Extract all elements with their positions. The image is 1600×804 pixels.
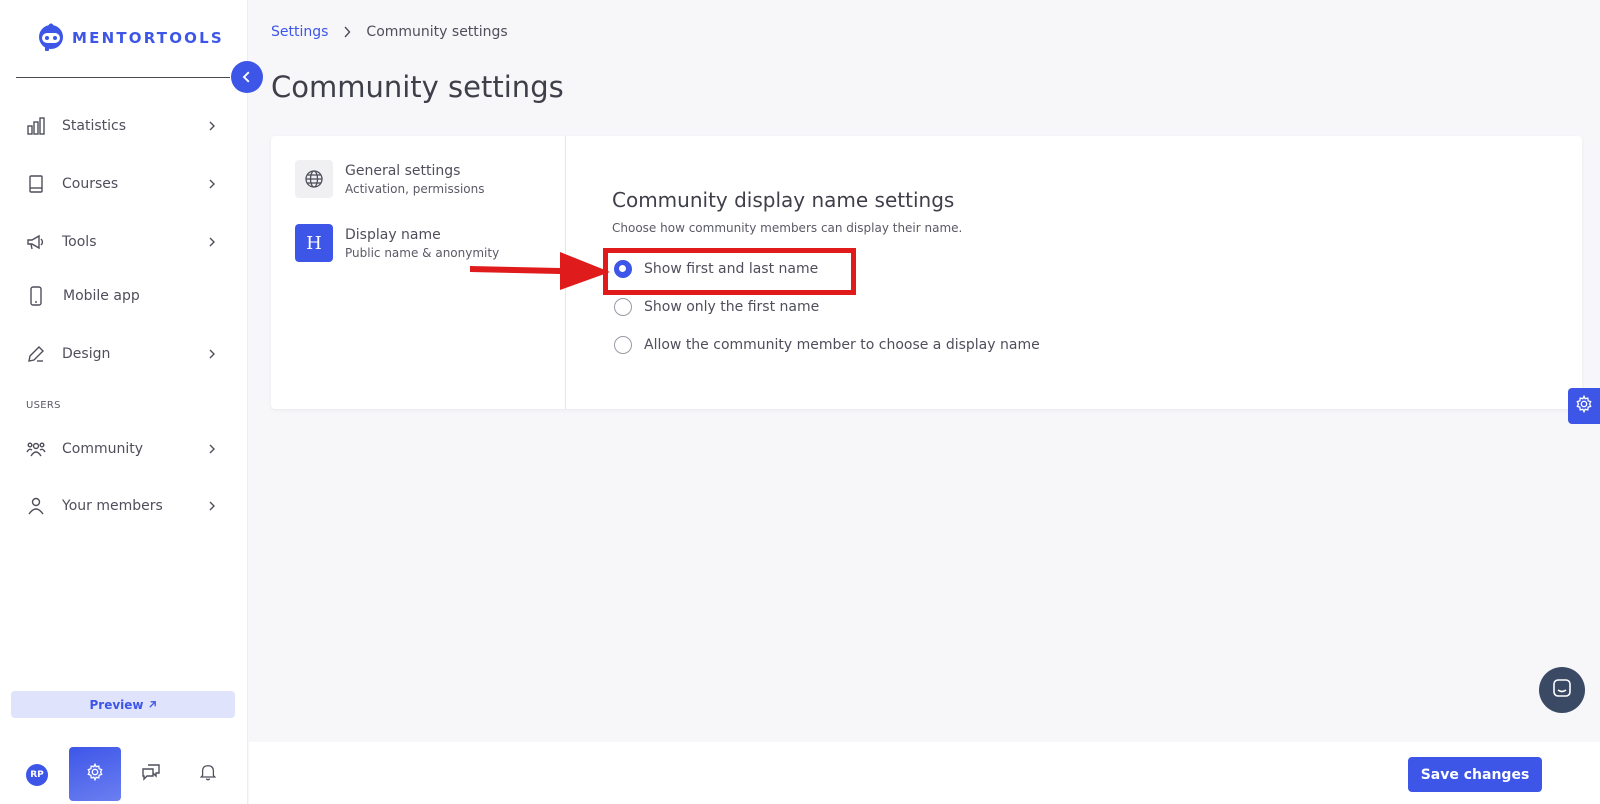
sidebar-item-community[interactable]: Community — [24, 433, 220, 465]
tab-title: Display name — [345, 226, 441, 243]
radio-button[interactable] — [614, 336, 632, 354]
gear-icon — [1575, 394, 1593, 417]
sidebar-bottom-bar: RP — [0, 744, 248, 804]
collapse-sidebar-button[interactable] — [231, 61, 263, 93]
tab-general-settings[interactable]: General settings Activation, permissions — [295, 157, 555, 201]
gear-icon — [86, 762, 104, 785]
display-name-settings: Community display name settings Choose h… — [612, 188, 1040, 370]
sidebar-item-label: Your members — [62, 498, 163, 514]
chevron-right-icon — [204, 234, 220, 250]
sidebar-item-label: Design — [62, 346, 111, 362]
radio-label: Allow the community member to choose a d… — [644, 337, 1040, 353]
settings-card: General settings Activation, permissions… — [271, 136, 1582, 409]
sidebar-item-mobile-app[interactable]: Mobile app — [24, 280, 220, 312]
user-icon — [24, 494, 48, 518]
heading-letter-icon: H — [295, 224, 333, 262]
breadcrumb-settings-link[interactable]: Settings — [271, 24, 328, 40]
users-section-label: USERS — [26, 400, 61, 411]
mobile-phone-icon — [24, 284, 48, 308]
section-title: Community display name settings — [612, 188, 955, 212]
support-chat-launcher[interactable] — [1539, 667, 1585, 713]
sidebar-item-label: Community — [62, 441, 144, 457]
book-icon — [24, 172, 48, 196]
radio-label: Show first and last name — [644, 261, 819, 277]
sidebar-item-label: Statistics — [62, 118, 126, 134]
megaphone-icon — [24, 230, 48, 254]
preview-button[interactable]: Preview — [11, 691, 235, 718]
breadcrumb: Settings Community settings — [271, 24, 508, 40]
tab-subtitle: Activation, permissions — [345, 181, 485, 196]
sidebar-item-design[interactable]: Design — [24, 338, 220, 370]
floating-settings-button[interactable] — [1568, 388, 1600, 424]
chat-bubbles-icon — [141, 762, 161, 786]
brand-name: MENTORTOOLS — [72, 29, 224, 47]
sidebar-item-your-members[interactable]: Your members — [24, 490, 220, 522]
bar-chart-icon — [24, 114, 48, 138]
page-title: Community settings — [271, 70, 564, 104]
chat-icon — [1551, 677, 1573, 703]
option-first-and-last-name[interactable]: Show first and last name — [612, 256, 1040, 282]
divider — [16, 77, 230, 78]
settings-button[interactable] — [69, 747, 121, 801]
option-member-chooses[interactable]: Allow the community member to choose a d… — [612, 332, 1040, 358]
sidebar-item-label: Mobile app — [63, 288, 140, 304]
sidebar-item-label: Courses — [62, 176, 119, 192]
chevron-left-icon — [241, 68, 253, 87]
preview-label: Preview — [89, 697, 144, 712]
notifications-button[interactable] — [196, 762, 220, 786]
sidebar-item-courses[interactable]: Courses — [24, 168, 220, 200]
logo[interactable]: MENTORTOOLS — [36, 23, 224, 53]
section-description: Choose how community members can display… — [612, 221, 963, 235]
radio-label: Show only the first name — [644, 299, 820, 315]
breadcrumb-current: Community settings — [366, 24, 508, 40]
chevron-right-icon — [204, 498, 220, 514]
tab-subtitle: Public name & anonymity — [345, 245, 500, 260]
community-icon — [24, 437, 48, 461]
option-first-name-only[interactable]: Show only the first name — [612, 294, 1040, 320]
tab-display-name[interactable]: H Display name Public name & anonymity — [295, 221, 555, 265]
messages-button[interactable] — [139, 762, 163, 786]
chevron-right-icon — [204, 176, 220, 192]
sidebar-item-statistics[interactable]: Statistics — [24, 110, 220, 142]
sidebar: MENTORTOOLS Statistics Courses Tools Mob… — [0, 0, 248, 804]
robot-logo-icon — [39, 23, 63, 51]
pencil-icon — [24, 342, 48, 366]
footer-bar — [249, 742, 1600, 804]
radio-button-checked[interactable] — [614, 260, 632, 278]
sidebar-item-tools[interactable]: Tools — [24, 226, 220, 258]
chevron-right-icon — [204, 441, 220, 457]
chevron-right-icon — [204, 346, 220, 362]
chevron-right-icon — [342, 26, 352, 38]
tab-title: General settings — [345, 162, 461, 179]
avatar[interactable]: RP — [26, 764, 48, 786]
chevron-right-icon — [204, 118, 220, 134]
save-changes-button[interactable]: Save changes — [1408, 757, 1542, 792]
globe-icon — [295, 160, 333, 198]
bell-icon — [199, 763, 217, 785]
radio-button[interactable] — [614, 298, 632, 316]
sidebar-item-label: Tools — [62, 234, 97, 250]
external-link-icon — [148, 698, 157, 712]
settings-tabs-panel: General settings Activation, permissions… — [271, 136, 566, 409]
